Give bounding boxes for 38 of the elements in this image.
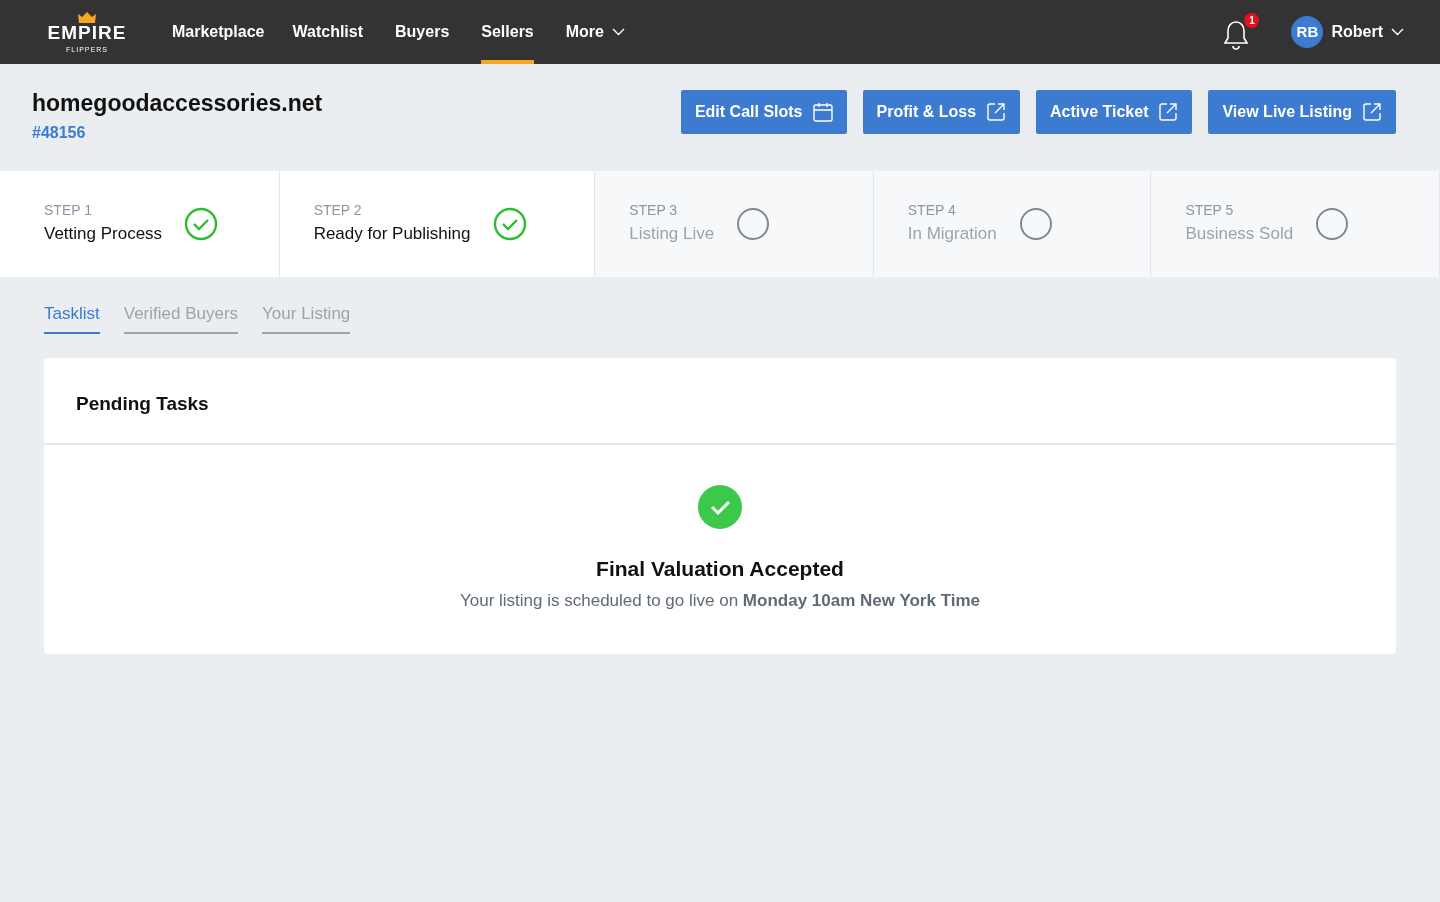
chevron-down-icon [1391, 28, 1404, 36]
step-number: STEP 1 [44, 201, 93, 221]
panel-title: Pending Tasks [44, 358, 1396, 445]
external-link-icon [986, 102, 1007, 122]
notifications-button[interactable]: 1 [1217, 13, 1260, 51]
step-label: Vetting Process [44, 223, 163, 246]
action-button[interactable]: Profit & Loss [862, 90, 1021, 134]
external-link-icon [1158, 102, 1179, 122]
nav-link[interactable]: Marketplace [172, 0, 265, 64]
step-number: STEP 5 [1185, 201, 1235, 221]
listing-id: #48156 [32, 122, 87, 143]
crown-icon [78, 11, 96, 23]
listing-title: homegoodaccessories.net [32, 89, 323, 118]
nav-link[interactable]: More [565, 0, 625, 64]
chevron-down-icon [612, 28, 625, 36]
tab[interactable]: Tasklist [44, 300, 100, 334]
notification-badge: 1 [1244, 13, 1260, 28]
user-menu[interactable]: RB Robert [1291, 16, 1404, 48]
success-check-icon [698, 484, 742, 529]
step-label: Listing Live [629, 223, 715, 246]
nav-link[interactable]: Buyers [395, 0, 450, 64]
step-label: Ready for Publishing [313, 223, 471, 246]
calendar-icon [812, 102, 833, 122]
external-link-icon [1362, 102, 1382, 122]
nav-link[interactable]: Sellers [481, 0, 534, 64]
action-button[interactable]: Active Ticket [1036, 90, 1193, 134]
action-button[interactable]: View Live Listing [1208, 90, 1396, 134]
step-label: Business Sold [1185, 223, 1294, 246]
step-label: In Migration [907, 223, 997, 246]
logo-text: EMPIRE [47, 22, 127, 42]
step-number: STEP 2 [313, 201, 363, 221]
step-number: STEP 4 [907, 201, 957, 221]
status-title: Final Valuation Accepted [596, 555, 844, 582]
status-message: Your listing is scheduled to go live on Monday 10am New York Time [459, 590, 980, 612]
action-button[interactable]: Edit Call Slots [680, 90, 847, 134]
nav-link[interactable]: Watchlist [292, 0, 364, 64]
step-number: STEP 3 [629, 201, 679, 221]
avatar: RB [1291, 16, 1324, 48]
